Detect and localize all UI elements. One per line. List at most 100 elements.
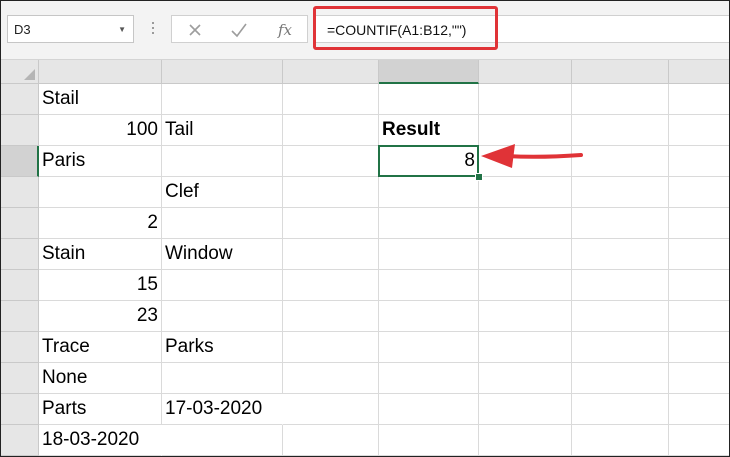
cell-e9[interactable]: [479, 332, 572, 363]
cell-a1[interactable]: Stail: [39, 84, 162, 115]
column-header-d[interactable]: [379, 60, 479, 84]
cell-d7[interactable]: [379, 270, 479, 301]
row-header-12[interactable]: [1, 425, 39, 456]
cell-a6[interactable]: Stain: [39, 239, 162, 270]
cell-e1[interactable]: [479, 84, 572, 115]
cell-a5[interactable]: 2: [39, 208, 162, 239]
cell-g2[interactable]: [669, 115, 729, 146]
cell-g1[interactable]: [669, 84, 729, 115]
cell-d11[interactable]: [379, 394, 479, 425]
row-header-11[interactable]: [1, 394, 39, 425]
cell-b4[interactable]: Clef: [162, 177, 283, 208]
cell-f5[interactable]: [572, 208, 669, 239]
column-header-f[interactable]: [572, 60, 669, 84]
cell-f9[interactable]: [572, 332, 669, 363]
cell-d4[interactable]: [379, 177, 479, 208]
row-header-6[interactable]: [1, 239, 39, 270]
cell-c6[interactable]: [283, 239, 379, 270]
cell-d12[interactable]: [379, 425, 479, 456]
insert-function-icon[interactable]: fx: [274, 19, 296, 41]
select-all-corner[interactable]: [1, 60, 39, 84]
cell-a4[interactable]: [39, 177, 162, 208]
cell-g9[interactable]: [669, 332, 729, 363]
row-header-7[interactable]: [1, 270, 39, 301]
cell-g5[interactable]: [669, 208, 729, 239]
row-header-5[interactable]: [1, 208, 39, 239]
cell-f12[interactable]: [572, 425, 669, 456]
cell-c10[interactable]: [283, 363, 379, 394]
cell-b9[interactable]: Parks: [162, 332, 283, 363]
cell-e10[interactable]: [479, 363, 572, 394]
cell-c11[interactable]: [283, 394, 379, 425]
cell-b3[interactable]: [162, 146, 283, 177]
row-header-9[interactable]: [1, 332, 39, 363]
cell-c5[interactable]: [283, 208, 379, 239]
fill-handle[interactable]: [475, 173, 483, 181]
cancel-formula-icon[interactable]: [184, 19, 206, 41]
row-header-1[interactable]: [1, 84, 39, 115]
cell-b12[interactable]: [162, 425, 283, 456]
cell-a7[interactable]: 15: [39, 270, 162, 301]
cell-f10[interactable]: [572, 363, 669, 394]
cell-g4[interactable]: [669, 177, 729, 208]
name-box[interactable]: D3 ▼: [7, 15, 134, 43]
cell-g3[interactable]: [669, 146, 729, 177]
cell-e11[interactable]: [479, 394, 572, 425]
cell-f4[interactable]: [572, 177, 669, 208]
column-header-g[interactable]: [669, 60, 729, 84]
cell-d10[interactable]: [379, 363, 479, 394]
cell-d8[interactable]: [379, 301, 479, 332]
cell-c2[interactable]: [283, 115, 379, 146]
cell-d6[interactable]: [379, 239, 479, 270]
cell-d3[interactable]: 8: [379, 146, 479, 177]
cell-e6[interactable]: [479, 239, 572, 270]
cell-c8[interactable]: [283, 301, 379, 332]
cell-d2[interactable]: Result: [379, 115, 479, 146]
cell-f1[interactable]: [572, 84, 669, 115]
column-header-b[interactable]: [162, 60, 283, 84]
formula-bar-grip-icon[interactable]: [151, 19, 155, 39]
cell-b2[interactable]: Tail: [162, 115, 283, 146]
cell-e12[interactable]: [479, 425, 572, 456]
cell-g11[interactable]: [669, 394, 729, 425]
cell-b8[interactable]: [162, 301, 283, 332]
row-header-2[interactable]: [1, 115, 39, 146]
cell-a3[interactable]: Paris: [39, 146, 162, 177]
cell-e4[interactable]: [479, 177, 572, 208]
cell-b11[interactable]: 17-03-2020: [162, 394, 283, 425]
cell-a9[interactable]: Trace: [39, 332, 162, 363]
cell-a10[interactable]: None: [39, 363, 162, 394]
column-header-c[interactable]: [283, 60, 379, 84]
cell-b5[interactable]: [162, 208, 283, 239]
row-header-8[interactable]: [1, 301, 39, 332]
row-header-3[interactable]: [1, 146, 39, 177]
column-header-e[interactable]: [479, 60, 572, 84]
cell-g12[interactable]: [669, 425, 729, 456]
cell-c3[interactable]: [283, 146, 379, 177]
column-header-a[interactable]: [39, 60, 162, 84]
cell-g6[interactable]: [669, 239, 729, 270]
cell-e7[interactable]: [479, 270, 572, 301]
cell-d5[interactable]: [379, 208, 479, 239]
name-box-dropdown-icon[interactable]: ▼: [118, 25, 126, 34]
cell-a2[interactable]: 100: [39, 115, 162, 146]
row-header-4[interactable]: [1, 177, 39, 208]
cell-e8[interactable]: [479, 301, 572, 332]
cell-a11[interactable]: Parts: [39, 394, 162, 425]
cell-d9[interactable]: [379, 332, 479, 363]
cell-b6[interactable]: Window: [162, 239, 283, 270]
cell-g10[interactable]: [669, 363, 729, 394]
cell-d1[interactable]: [379, 84, 479, 115]
cell-a12[interactable]: 18-03-2020: [39, 425, 162, 456]
cell-g7[interactable]: [669, 270, 729, 301]
cell-c7[interactable]: [283, 270, 379, 301]
cell-a8[interactable]: 23: [39, 301, 162, 332]
cell-f8[interactable]: [572, 301, 669, 332]
cell-c1[interactable]: [283, 84, 379, 115]
cell-b7[interactable]: [162, 270, 283, 301]
cell-e5[interactable]: [479, 208, 572, 239]
cell-b10[interactable]: [162, 363, 283, 394]
cell-c12[interactable]: [283, 425, 379, 456]
enter-formula-icon[interactable]: [228, 19, 250, 41]
cell-b1[interactable]: [162, 84, 283, 115]
